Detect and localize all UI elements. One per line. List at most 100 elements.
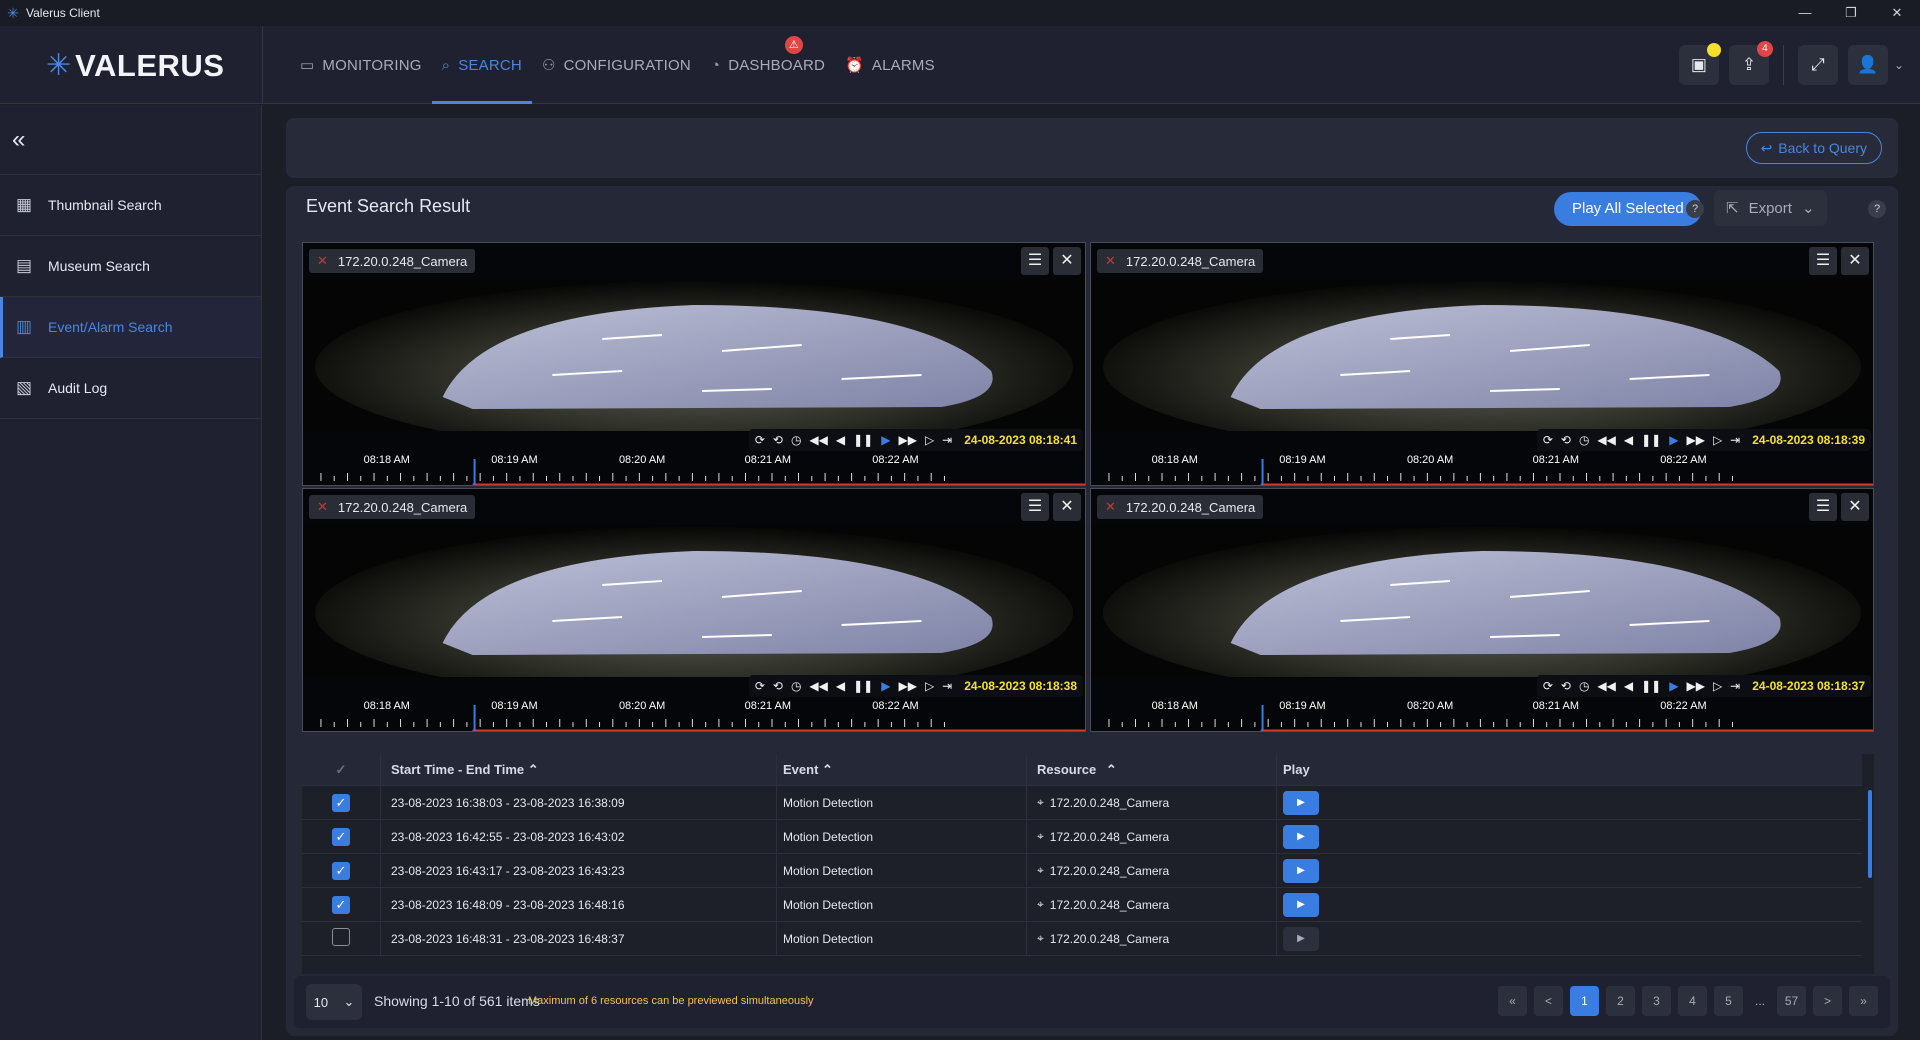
sidebar-item-event-alarm-search[interactable]: ▥ Event/Alarm Search [0, 297, 261, 358]
row-play-button[interactable]: ▶ [1283, 892, 1319, 917]
fast-forward-icon[interactable]: ▶▶ [1686, 679, 1704, 693]
page-size-select[interactable]: 10 ⌄ [306, 984, 362, 1020]
column-header-event[interactable]: Event ⌃ [776, 754, 1026, 785]
video-tile[interactable]: ✕ 172.20.0.248_Camera ☰ ✕ ⟳ ⟲ ◷ ◀◀ ◀ ❚❚ … [1090, 242, 1874, 486]
timer-icon[interactable]: ◷ [791, 679, 801, 693]
rewind-search-icon[interactable]: ⟲ [773, 433, 783, 447]
column-header-resource[interactable]: Resource ⌃ [1026, 754, 1276, 785]
pause-icon[interactable]: ❚❚ [1641, 433, 1661, 447]
timeline[interactable]: 08:18 AM 08:19 AM 08:20 AM 08:21 AM 08:22 AM [1091, 451, 1873, 486]
export-button[interactable]: ⇱ Export ⌄ [1714, 190, 1827, 226]
column-header-time[interactable]: Start Time - End Time ⌃ [380, 754, 776, 785]
video-tile[interactable]: ✕ 172.20.0.248_Camera ☰ ✕ ⟳ ⟲ ◷ ◀◀ ◀ ❚❚ … [302, 242, 1086, 486]
jump-to-live-icon[interactable]: ⇥ [942, 433, 952, 447]
table-row[interactable]: ✓ 23-08-2023 16:48:09 - 23-08-2023 16:48… [302, 888, 1862, 922]
monitor-status-button[interactable]: ▣ [1678, 43, 1721, 85]
audio-muted-icon[interactable]: ✕ [317, 499, 328, 515]
loop-icon[interactable]: ⟳ [1543, 679, 1553, 693]
fast-backward-icon[interactable]: ◀◀ [809, 679, 827, 693]
user-menu-button[interactable]: 👤 [1847, 45, 1888, 85]
step-forward-icon[interactable]: ▷ [1713, 679, 1722, 693]
restore-button[interactable]: ❐ [1828, 0, 1874, 26]
fullscreen-button[interactable]: ⤢ [1797, 45, 1838, 85]
tile-menu-button[interactable]: ☰ [1021, 493, 1049, 521]
jump-to-live-icon[interactable]: ⇥ [1730, 679, 1740, 693]
timer-icon[interactable]: ◷ [1579, 433, 1589, 447]
row-play-button[interactable]: ▶ [1283, 858, 1319, 883]
timer-icon[interactable]: ◷ [1579, 679, 1589, 693]
close-tile-button[interactable]: ✕ [1053, 493, 1081, 521]
page-button[interactable]: 5 [1714, 986, 1743, 1016]
page-button[interactable]: 57 [1777, 986, 1806, 1016]
page-button[interactable]: 1 [1570, 986, 1599, 1016]
audio-muted-icon[interactable]: ✕ [317, 253, 328, 269]
fast-backward-icon[interactable]: ◀◀ [809, 433, 827, 447]
chevron-down-icon[interactable]: ⌄ [1894, 58, 1904, 72]
page-button[interactable]: < [1534, 986, 1563, 1016]
row-play-button[interactable]: ▶ [1283, 926, 1319, 951]
timeline[interactable]: 08:18 AM 08:19 AM 08:20 AM 08:21 AM 08:22 AM [303, 697, 1085, 732]
play-all-help-icon[interactable]: ? [1686, 200, 1704, 218]
row-checkbox[interactable]: ✓ [332, 793, 350, 812]
page-button[interactable]: « [1498, 986, 1527, 1016]
timeline[interactable]: 08:18 AM 08:19 AM 08:20 AM 08:21 AM 08:22 AM [303, 451, 1085, 486]
sidebar-item-audit-log[interactable]: ▧ Audit Log [0, 358, 261, 419]
back-to-query-button[interactable]: ↩ Back to Query [1745, 132, 1882, 164]
step-backward-icon[interactable]: ◀ [836, 433, 845, 447]
play-icon[interactable]: ▶ [881, 433, 890, 447]
close-tile-button[interactable]: ✕ [1841, 493, 1869, 521]
page-button[interactable]: 3 [1642, 986, 1671, 1016]
jump-to-live-icon[interactable]: ⇥ [1730, 433, 1740, 447]
table-row[interactable]: ✓ 23-08-2023 16:43:17 - 23-08-2023 16:43… [302, 854, 1862, 888]
minimize-button[interactable]: — [1782, 0, 1828, 26]
tile-menu-button[interactable]: ☰ [1021, 247, 1049, 275]
page-button[interactable]: » [1849, 986, 1878, 1016]
audio-muted-icon[interactable]: ✕ [1105, 499, 1116, 515]
nav-dashboard[interactable]: ◔ DASHBOARD ⚠ [701, 26, 835, 104]
row-checkbox[interactable] [332, 928, 350, 946]
play-icon[interactable]: ▶ [1669, 679, 1678, 693]
rewind-search-icon[interactable]: ⟲ [1561, 433, 1571, 447]
pause-icon[interactable]: ❚❚ [853, 433, 873, 447]
step-forward-icon[interactable]: ▷ [925, 433, 934, 447]
row-checkbox[interactable]: ✓ [332, 861, 350, 880]
tile-menu-button[interactable]: ☰ [1809, 493, 1837, 521]
pause-icon[interactable]: ❚❚ [1641, 679, 1661, 693]
rewind-search-icon[interactable]: ⟲ [773, 679, 783, 693]
step-backward-icon[interactable]: ◀ [836, 679, 845, 693]
loop-icon[interactable]: ⟳ [755, 679, 765, 693]
pause-icon[interactable]: ❚❚ [853, 679, 873, 693]
page-button[interactable]: > [1813, 986, 1842, 1016]
rewind-search-icon[interactable]: ⟲ [1561, 679, 1571, 693]
nav-search[interactable]: ⌕ SEARCH [431, 26, 533, 104]
fast-backward-icon[interactable]: ◀◀ [1597, 433, 1615, 447]
audio-muted-icon[interactable]: ✕ [1105, 253, 1116, 269]
loop-icon[interactable]: ⟳ [1543, 433, 1553, 447]
step-backward-icon[interactable]: ◀ [1624, 679, 1633, 693]
fast-backward-icon[interactable]: ◀◀ [1597, 679, 1615, 693]
step-forward-icon[interactable]: ▷ [1713, 433, 1722, 447]
table-scrollbar[interactable] [1868, 790, 1872, 878]
sidebar-item-thumbnail-search[interactable]: ▦ Thumbnail Search [0, 175, 261, 236]
close-window-button[interactable]: ✕ [1874, 0, 1920, 26]
step-forward-icon[interactable]: ▷ [925, 679, 934, 693]
nav-configuration[interactable]: ⚇ CONFIGURATION [532, 26, 701, 104]
tile-menu-button[interactable]: ☰ [1809, 247, 1837, 275]
nav-monitoring[interactable]: ▭ MONITORING [290, 26, 432, 104]
table-row[interactable]: ✓ 23-08-2023 16:42:55 - 23-08-2023 16:43… [302, 820, 1862, 854]
row-checkbox[interactable]: ✓ [332, 895, 350, 914]
table-row[interactable]: 23-08-2023 16:48:31 - 23-08-2023 16:48:3… [302, 922, 1862, 956]
share-button[interactable]: ⇪ 4 [1728, 41, 1773, 85]
timer-icon[interactable]: ◷ [791, 433, 801, 447]
timeline[interactable]: 08:18 AM 08:19 AM 08:20 AM 08:21 AM 08:22 AM [1091, 697, 1873, 732]
page-button[interactable]: 4 [1678, 986, 1707, 1016]
row-play-button[interactable]: ▶ [1283, 824, 1319, 849]
close-tile-button[interactable]: ✕ [1841, 247, 1869, 275]
fast-forward-icon[interactable]: ▶▶ [1686, 433, 1704, 447]
play-icon[interactable]: ▶ [881, 679, 890, 693]
nav-alarms[interactable]: ⏰ ALARMS [835, 26, 945, 104]
collapse-sidebar-button[interactable]: « [0, 105, 261, 175]
close-tile-button[interactable]: ✕ [1053, 247, 1081, 275]
jump-to-live-icon[interactable]: ⇥ [942, 679, 952, 693]
play-icon[interactable]: ▶ [1669, 433, 1678, 447]
